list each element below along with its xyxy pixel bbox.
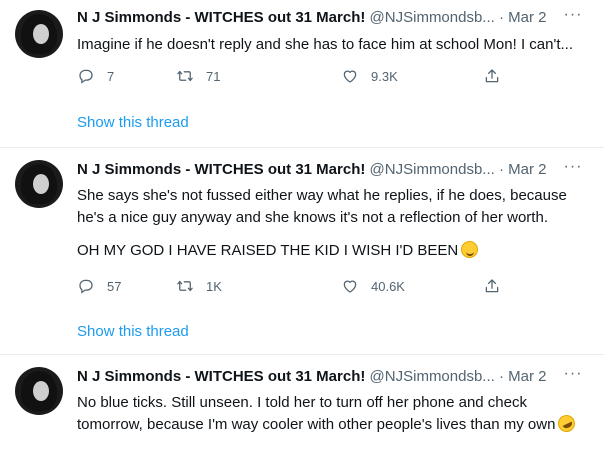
tweet-actions: 57 1K 40.6K bbox=[77, 276, 517, 296]
separator-dot: · bbox=[498, 9, 504, 26]
separator-dot: · bbox=[498, 368, 504, 385]
tweet-text: She says she's not fussed either way wha… bbox=[77, 185, 589, 262]
reply-count: 7 bbox=[107, 68, 115, 84]
reply-button[interactable]: 57 bbox=[77, 276, 121, 296]
tweet-date[interactable]: Mar 26 bbox=[508, 161, 547, 178]
tweet-text-shout: OH MY GOD I HAVE RAISED THE KID I WISH I… bbox=[77, 242, 459, 259]
heart-icon bbox=[343, 70, 357, 83]
reply-icon bbox=[79, 69, 93, 84]
avatar[interactable] bbox=[15, 10, 63, 58]
retweet-count: 1K bbox=[206, 278, 222, 294]
heart-icon bbox=[343, 280, 357, 293]
author-handle[interactable]: @NJSimmondsb... bbox=[370, 9, 495, 26]
share-button[interactable] bbox=[483, 276, 501, 296]
tweet-date[interactable]: Mar 26 bbox=[508, 9, 547, 26]
author-name[interactable]: N J Simmonds - WITCHES out 31 March! bbox=[77, 9, 365, 26]
like-button[interactable]: 9.3K bbox=[341, 66, 398, 86]
share-icon bbox=[485, 69, 499, 83]
tweet-date[interactable]: Mar 26 bbox=[508, 368, 547, 385]
reply-icon bbox=[79, 279, 93, 294]
retweet-icon bbox=[177, 70, 193, 82]
avatar-face bbox=[33, 24, 49, 44]
like-count: 9.3K bbox=[371, 68, 398, 84]
reply-count: 57 bbox=[107, 278, 122, 294]
tweet-text: Imagine if he doesn't reply and she has … bbox=[77, 36, 574, 53]
retweet-count: 71 bbox=[206, 68, 221, 84]
tweet-header: N J Simmonds - WITCHES out 31 March! @NJ… bbox=[77, 8, 547, 28]
smiling-face-emoji-icon bbox=[461, 241, 479, 258]
show-thread-link[interactable]: Show this thread bbox=[77, 113, 189, 133]
author-handle[interactable]: @NJSimmondsb... bbox=[370, 368, 495, 385]
avatar-face bbox=[33, 174, 49, 194]
share-button[interactable] bbox=[483, 66, 501, 86]
tweet[interactable]: N J Simmonds - WITCHES out 31 March! @NJ… bbox=[0, 0, 604, 147]
avatar-face bbox=[33, 381, 49, 401]
tweet-actions: 7 71 9.3K bbox=[77, 66, 517, 86]
reply-button[interactable]: 7 bbox=[77, 66, 114, 86]
show-thread-link[interactable]: Show this thread bbox=[77, 322, 189, 342]
like-button[interactable]: 40.6K bbox=[341, 276, 405, 296]
share-icon bbox=[485, 279, 499, 293]
retweet-button[interactable]: 71 bbox=[176, 66, 220, 86]
tweet-text-content: No blue ticks. Still unseen. I told her … bbox=[77, 394, 556, 433]
separator-dot: · bbox=[498, 161, 504, 178]
avatar[interactable] bbox=[15, 367, 63, 415]
author-name[interactable]: N J Simmonds - WITCHES out 31 March! bbox=[77, 161, 365, 178]
retweet-button[interactable]: 1K bbox=[176, 276, 222, 296]
tweet-header: N J Simmonds - WITCHES out 31 March! @NJ… bbox=[77, 160, 547, 180]
tweet-text-paragraph: OH MY GOD I HAVE RAISED THE KID I WISH I… bbox=[77, 240, 589, 262]
ellipsis-icon[interactable]: ··· bbox=[563, 7, 583, 28]
author-handle[interactable]: @NJSimmondsb... bbox=[370, 161, 495, 178]
tweet-header: N J Simmonds - WITCHES out 31 March! @NJ… bbox=[77, 367, 547, 387]
tweet[interactable]: N J Simmonds - WITCHES out 31 March! @NJ… bbox=[0, 147, 604, 354]
tweet-text: No blue ticks. Still unseen. I told her … bbox=[77, 392, 589, 436]
retweet-icon bbox=[177, 280, 193, 292]
rolling-on-floor-laughing-emoji-icon bbox=[555, 412, 579, 435]
ellipsis-icon[interactable]: ··· bbox=[563, 159, 583, 180]
like-count: 40.6K bbox=[371, 278, 405, 294]
ellipsis-icon[interactable]: ··· bbox=[563, 366, 583, 387]
avatar[interactable] bbox=[15, 160, 63, 208]
tweet-feed: N J Simmonds - WITCHES out 31 March! @NJ… bbox=[0, 0, 604, 450]
tweet[interactable]: N J Simmonds - WITCHES out 31 March! @NJ… bbox=[0, 354, 604, 450]
author-name[interactable]: N J Simmonds - WITCHES out 31 March! bbox=[77, 368, 365, 385]
tweet-text-paragraph: She says she's not fussed either way wha… bbox=[77, 187, 567, 226]
